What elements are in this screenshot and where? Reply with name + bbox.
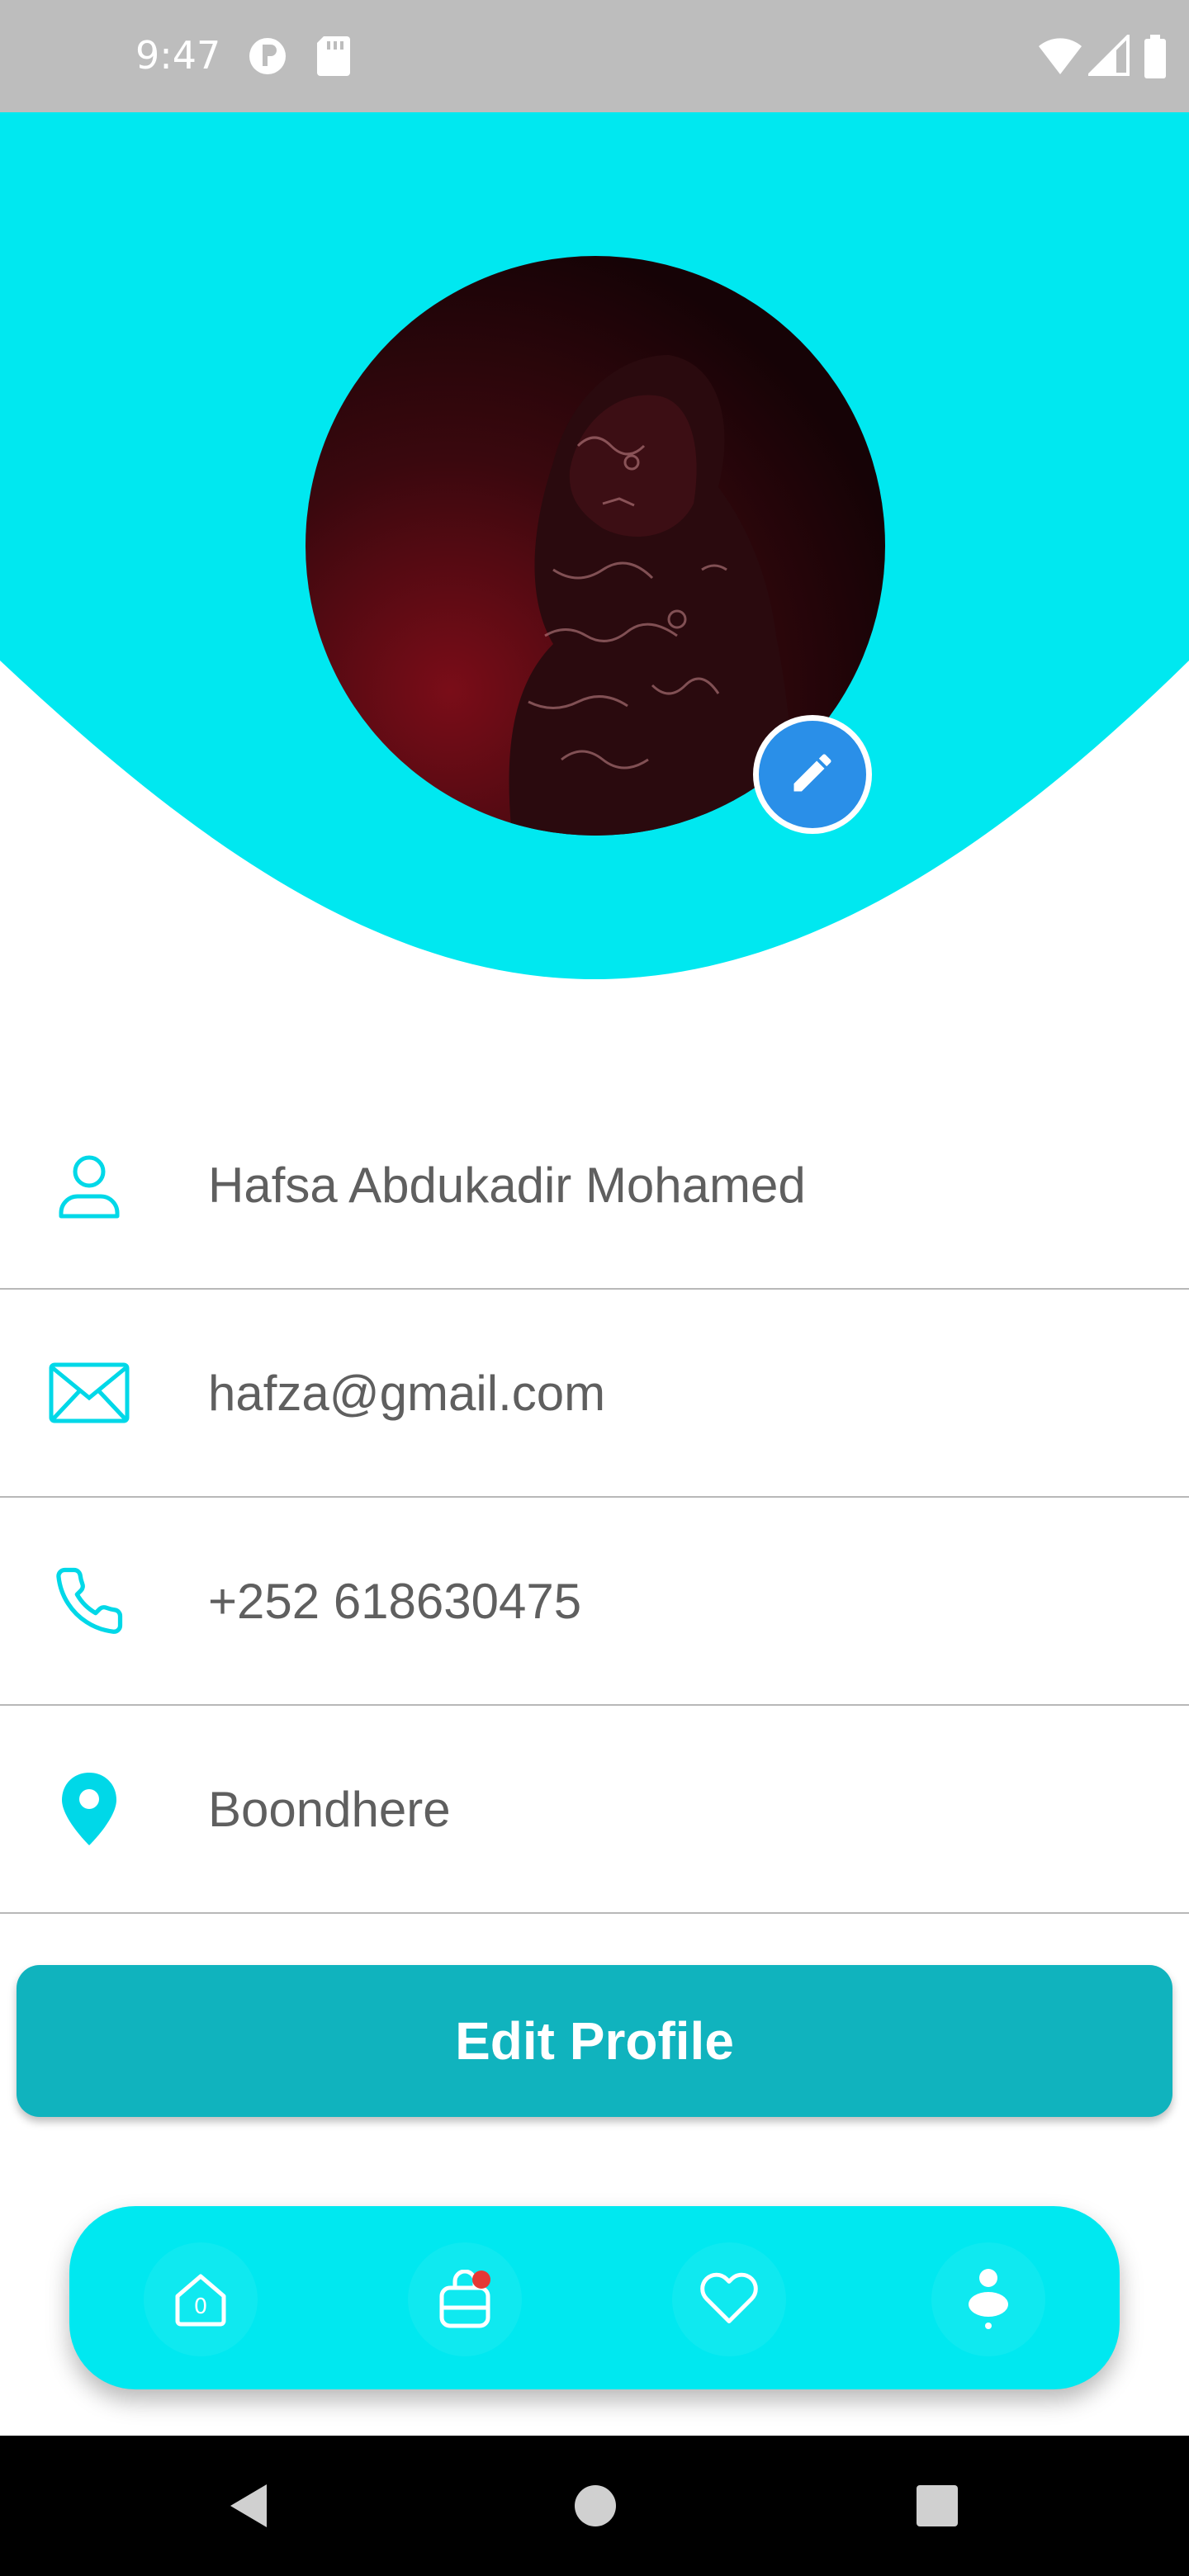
location-text: Boondhere	[208, 1781, 451, 1837]
edit-avatar-button[interactable]	[753, 715, 872, 834]
home-icon: 0	[171, 2270, 230, 2329]
sd-card-icon	[315, 35, 352, 82]
home-badge: 0	[193, 2294, 208, 2319]
nav-profile[interactable]	[931, 2242, 1045, 2356]
info-row-location: Boondhere	[0, 1706, 1189, 1914]
info-row-name: Hafsa Abdukadir Mohamed	[0, 1082, 1189, 1290]
mail-icon	[48, 1352, 130, 1434]
battery-icon	[1143, 35, 1168, 83]
home-circle-icon[interactable]	[566, 2477, 624, 2535]
privacy-indicator-icon	[246, 35, 289, 82]
nav-favorites[interactable]	[672, 2242, 786, 2356]
pencil-icon	[788, 748, 837, 802]
info-row-email: hafza@gmail.com	[0, 1290, 1189, 1498]
nav-cart[interactable]	[408, 2242, 522, 2356]
system-navigation-bar	[0, 2436, 1189, 2576]
wifi-icon	[1037, 35, 1083, 80]
shopping-bag-icon	[435, 2269, 495, 2329]
profile-icon	[964, 2266, 1013, 2333]
bottom-navigation: 0	[69, 2206, 1120, 2389]
email-text: hafza@gmail.com	[208, 1365, 606, 1421]
user-icon	[48, 1144, 130, 1226]
phone-text: +252 618630475	[208, 1573, 582, 1629]
heart-icon	[698, 2270, 760, 2330]
full-name-text: Hafsa Abdukadir Mohamed	[208, 1157, 806, 1213]
location-pin-icon	[48, 1768, 130, 1850]
edit-profile-button[interactable]: Edit Profile	[17, 1965, 1172, 2117]
nav-home[interactable]: 0	[144, 2242, 258, 2356]
info-row-phone: +252 618630475	[0, 1498, 1189, 1706]
recents-icon[interactable]	[908, 2477, 966, 2535]
profile-info-list: Hafsa Abdukadir Mohamed hafza@gmail.com …	[0, 1082, 1189, 1914]
back-icon[interactable]	[220, 2477, 277, 2535]
cellular-signal-icon	[1086, 32, 1130, 80]
status-bar: 9:47	[0, 0, 1189, 112]
phone-icon	[48, 1560, 130, 1642]
status-time: 9:47	[135, 33, 221, 78]
